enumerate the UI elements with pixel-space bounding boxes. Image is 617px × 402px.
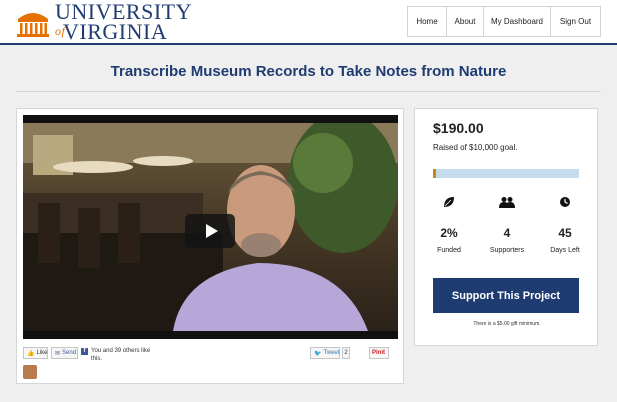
campaign-stats-panel: $190.00 Raised of $10,000 goal. 2% Funde… [414, 108, 598, 346]
funded-label: Funded [437, 247, 461, 254]
supporters-value: 4 [503, 226, 511, 240]
thumbs-up-icon: 👍 [27, 350, 35, 357]
logo-line2: of VIRGINIA [55, 21, 192, 43]
support-project-button[interactable]: Support This Project [433, 278, 579, 313]
play-icon[interactable] [185, 214, 235, 248]
stat-days-left: 45 Days Left [535, 196, 595, 254]
rotunda-icon [15, 5, 51, 39]
twitter-icon: 🐦 [314, 350, 322, 357]
raised-of-goal: Raised of $10,000 goal. [433, 143, 518, 152]
site-header: UNIVERSITY of VIRGINIA Home About My Das… [0, 0, 617, 45]
amount-raised: $190.00 [433, 120, 484, 136]
video-panel: 👍 Like ✉ Send f You and 39 others like t… [16, 108, 404, 384]
title-bar: Transcribe Museum Records to Take Notes … [16, 52, 601, 92]
stat-supporters: 4 Supporters [477, 196, 537, 254]
pinit-button[interactable]: Pinit [369, 347, 389, 359]
progress-bar-fill [433, 169, 436, 178]
nav-my-dashboard[interactable]: My Dashboard [483, 6, 551, 37]
days-left-label: Days Left [550, 247, 580, 254]
avatar[interactable] [23, 365, 37, 379]
stat-funded: 2% Funded [419, 196, 479, 254]
logo-text: UNIVERSITY of VIRGINIA [55, 1, 192, 43]
clock-icon [535, 196, 595, 210]
send-label: Send [62, 350, 77, 356]
nav-sign-out[interactable]: Sign Out [550, 6, 601, 37]
people-icon [477, 196, 537, 210]
facebook-icon: f [81, 348, 88, 355]
gift-minimum-note: There is a $5.00 gift minimum. [473, 321, 541, 327]
page-title: Transcribe Museum Records to Take Notes … [110, 63, 507, 80]
facebook-send-button[interactable]: ✉ Send [51, 347, 78, 359]
tweet-button[interactable]: 🐦 Tweet [310, 347, 340, 359]
logo-of: of [55, 24, 66, 38]
facebook-like-count: You and 39 others like this. [91, 348, 151, 362]
nav-home[interactable]: Home [407, 6, 447, 37]
leaf-icon [419, 196, 479, 210]
like-label: Like [36, 350, 48, 356]
days-left-value: 45 [558, 226, 572, 240]
send-icon: ✉ [55, 350, 61, 357]
video-player[interactable] [23, 115, 398, 339]
logo-line2-text: VIRGINIA [63, 19, 168, 44]
tweet-count: 2 [342, 347, 350, 359]
funded-value: 2% [440, 226, 458, 240]
tweet-label: Tweet [323, 350, 340, 356]
facebook-like-button[interactable]: 👍 Like [23, 347, 48, 359]
progress-bar [433, 169, 579, 178]
supporters-label: Supporters [489, 247, 525, 254]
social-bar: 👍 Like ✉ Send f You and 39 others like t… [23, 347, 398, 362]
university-logo[interactable]: UNIVERSITY of VIRGINIA [15, 1, 192, 43]
nav-about[interactable]: About [446, 6, 484, 37]
